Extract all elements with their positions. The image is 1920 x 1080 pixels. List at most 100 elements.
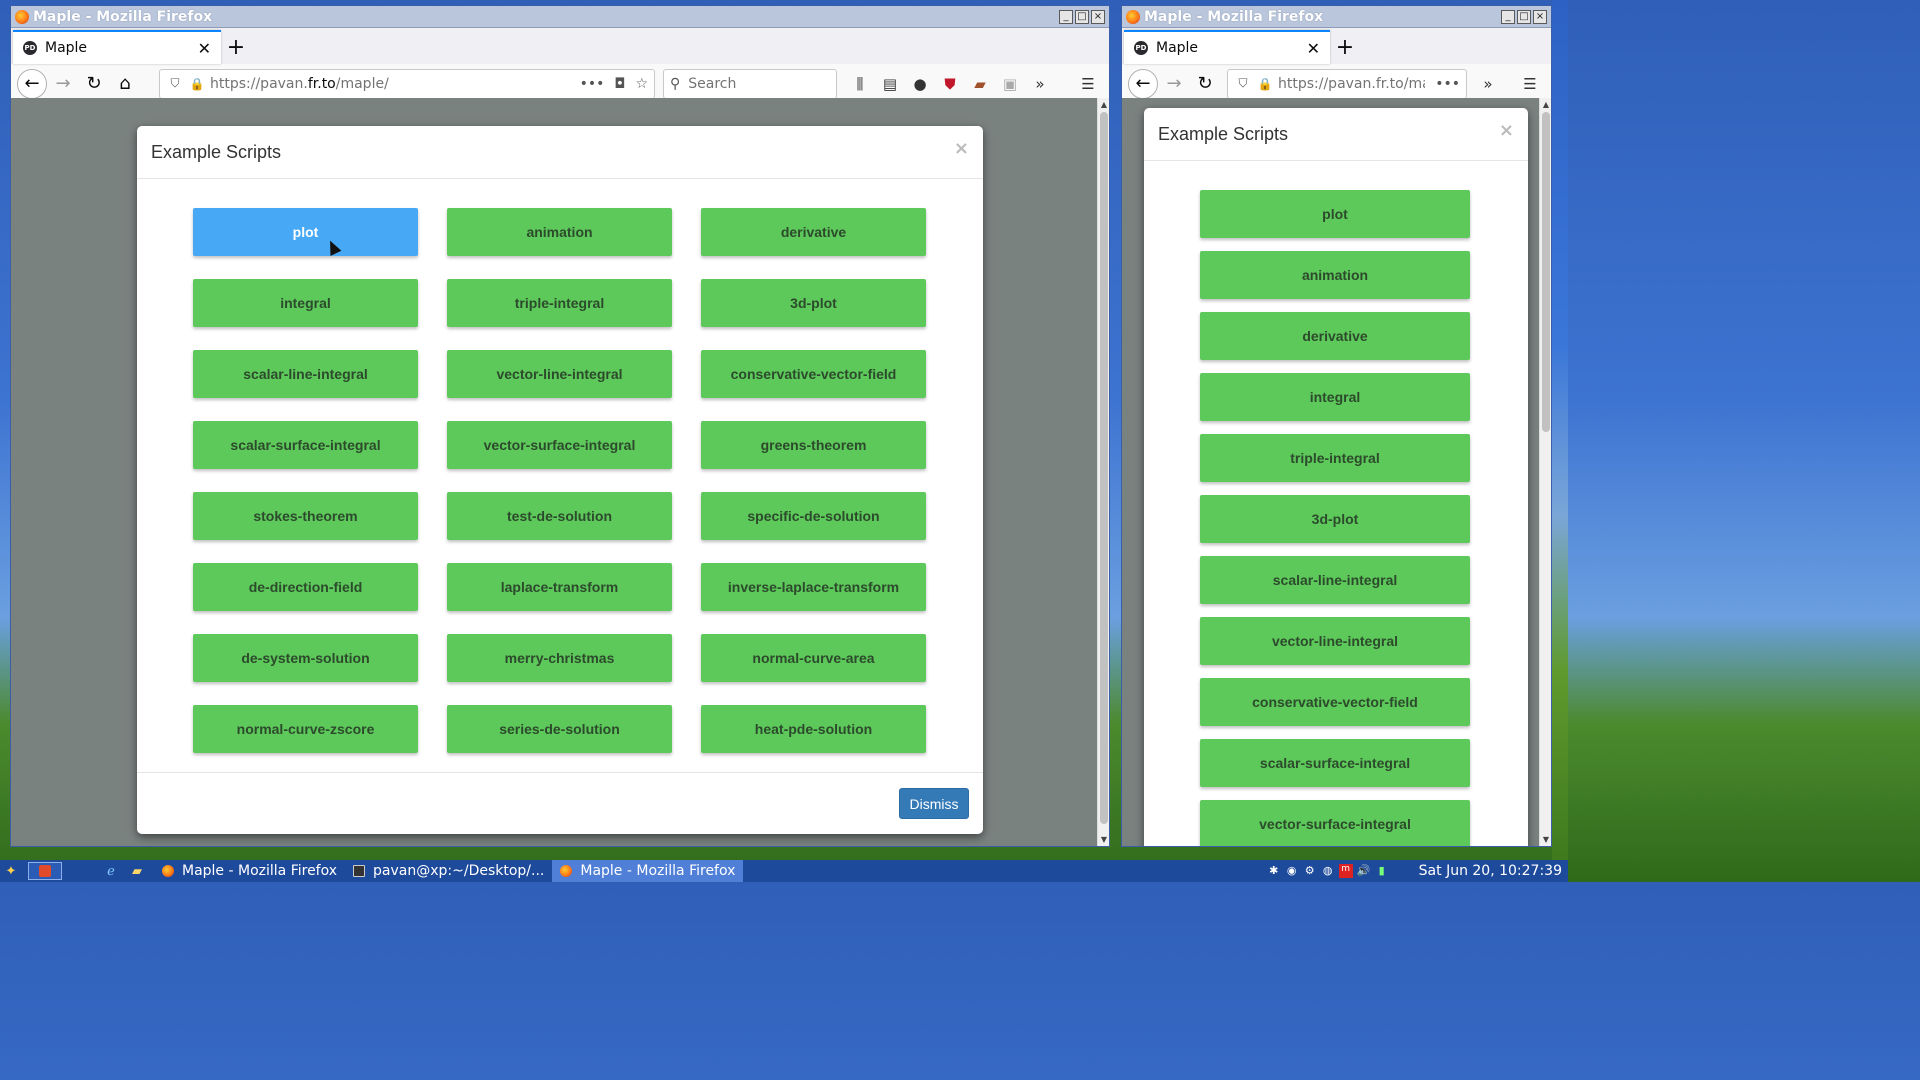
home-button[interactable]: ⌂: [110, 69, 140, 99]
search-bar[interactable]: ⚲ Search: [663, 68, 837, 99]
workspace-switcher[interactable]: [28, 862, 62, 880]
script-button-vector-line-integral[interactable]: vector-line-integral: [1200, 617, 1470, 665]
url-bar[interactable]: ⛉ 🔒 https://pavan.fr.to/maple •••: [1227, 68, 1467, 99]
reload-button[interactable]: ↻: [1190, 69, 1220, 99]
bluetooth-icon[interactable]: ✱: [1267, 864, 1281, 878]
script-button-vector-line-integral[interactable]: vector-line-integral: [447, 350, 672, 398]
forward-button[interactable]: →: [1159, 69, 1189, 99]
script-button-3d-plot[interactable]: 3d-plot: [1200, 495, 1470, 543]
script-button-test-de-solution[interactable]: test-de-solution: [447, 492, 672, 540]
tab-maple[interactable]: PD Maple ✕: [13, 30, 221, 64]
back-button[interactable]: ←: [1128, 68, 1158, 99]
script-button-de-system-solution[interactable]: de-system-solution: [193, 634, 418, 682]
script-button-vector-surface-integral[interactable]: vector-surface-integral: [447, 421, 672, 469]
page-actions-icon[interactable]: •••: [1435, 76, 1460, 92]
script-button-series-de-solution[interactable]: series-de-solution: [447, 705, 672, 753]
maximize-button[interactable]: □: [1075, 9, 1089, 24]
new-tab-button[interactable]: +: [221, 30, 251, 64]
back-button[interactable]: ←: [17, 68, 47, 99]
scroll-up-icon[interactable]: ▲: [1540, 100, 1551, 109]
script-button-plot[interactable]: plot: [1200, 190, 1470, 238]
script-button-derivative[interactable]: derivative: [701, 208, 926, 256]
clock[interactable]: Sat Jun 20, 10:27:39: [1419, 863, 1562, 879]
script-button-heat-pde-solution[interactable]: heat-pde-solution: [701, 705, 926, 753]
library-icon[interactable]: ⫼: [845, 69, 875, 99]
sidebar-icon[interactable]: ▤: [875, 69, 905, 99]
script-button-integral[interactable]: integral: [1200, 373, 1470, 421]
scrollbar[interactable]: ▲ ▼: [1539, 98, 1551, 846]
ublock-icon[interactable]: ⛊: [935, 69, 965, 99]
script-button-integral[interactable]: integral: [193, 279, 418, 327]
script-button-animation[interactable]: animation: [447, 208, 672, 256]
start-menu-icon[interactable]: ✦: [0, 860, 22, 882]
window-titlebar[interactable]: Maple - Mozilla Firefox _ □ ×: [1122, 6, 1551, 28]
url-bar[interactable]: ⛉ 🔒 https://pavan.fr.to/maple/ ••• ◘ ☆: [159, 68, 655, 99]
scrollbar-thumb[interactable]: [1542, 112, 1550, 432]
script-button-vector-surface-integral[interactable]: vector-surface-integral: [1200, 800, 1470, 846]
script-button-scalar-line-integral[interactable]: scalar-line-integral: [193, 350, 418, 398]
modal-close-icon[interactable]: ×: [1499, 120, 1514, 141]
scroll-down-icon[interactable]: ▼: [1098, 835, 1109, 844]
forward-button[interactable]: →: [48, 69, 78, 99]
script-button-inverse-laplace-transform[interactable]: inverse-laplace-transform: [701, 563, 926, 611]
record-icon[interactable]: ◍: [1321, 864, 1335, 878]
taskbar-task-2[interactable]: Maple - Mozilla Firefox: [552, 860, 744, 882]
scrollbar-thumb[interactable]: [1100, 112, 1108, 824]
menu-hamburger-icon[interactable]: ☰: [1073, 69, 1103, 99]
url-text[interactable]: https://pavan.fr.to/maple: [1278, 76, 1425, 92]
script-button-conservative-vector-field[interactable]: conservative-vector-field: [701, 350, 926, 398]
new-tab-button[interactable]: +: [1330, 30, 1360, 64]
discord-icon[interactable]: ◉: [1285, 864, 1299, 878]
script-button-normal-curve-zscore[interactable]: normal-curve-zscore: [193, 705, 418, 753]
extension-gray-icon[interactable]: ▣: [995, 69, 1025, 99]
scrollbar[interactable]: ▲ ▼: [1097, 98, 1109, 846]
scroll-down-icon[interactable]: ▼: [1540, 835, 1551, 844]
browser-launcher-icon[interactable]: ℯ: [98, 860, 124, 882]
page-actions-icon[interactable]: •••: [580, 76, 605, 92]
script-button-triple-integral[interactable]: triple-integral: [1200, 434, 1470, 482]
battery-icon[interactable]: ▮: [1375, 864, 1389, 878]
script-button-conservative-vector-field[interactable]: conservative-vector-field: [1200, 678, 1470, 726]
taskbar-task-1[interactable]: pavan@xp:~/Desktop/...: [345, 860, 552, 882]
window-titlebar[interactable]: Maple - Mozilla Firefox _ □ ×: [11, 6, 1109, 28]
script-button-scalar-surface-integral[interactable]: scalar-surface-integral: [1200, 739, 1470, 787]
close-window-button[interactable]: ×: [1533, 9, 1547, 24]
bookmark-star-icon[interactable]: ☆: [635, 76, 648, 92]
script-button-animation[interactable]: animation: [1200, 251, 1470, 299]
script-button-de-direction-field[interactable]: de-direction-field: [193, 563, 418, 611]
close-tab-icon[interactable]: ✕: [198, 39, 211, 58]
script-button-3d-plot[interactable]: 3d-plot: [701, 279, 926, 327]
close-window-button[interactable]: ×: [1091, 9, 1105, 24]
script-button-specific-de-solution[interactable]: specific-de-solution: [701, 492, 926, 540]
overflow-chevron-icon[interactable]: »: [1473, 69, 1503, 99]
account-icon[interactable]: ●: [905, 69, 935, 99]
scroll-up-icon[interactable]: ▲: [1098, 100, 1109, 109]
url-text[interactable]: https://pavan.fr.to/maple/: [210, 76, 570, 92]
taskbar-task-0[interactable]: Maple - Mozilla Firefox: [154, 860, 345, 882]
modal-close-icon[interactable]: ×: [954, 138, 969, 159]
minimize-button[interactable]: _: [1059, 9, 1073, 24]
minimize-button[interactable]: _: [1501, 9, 1515, 24]
tab-maple[interactable]: PD Maple ✕: [1124, 30, 1330, 64]
script-button-stokes-theorem[interactable]: stokes-theorem: [193, 492, 418, 540]
script-button-derivative[interactable]: derivative: [1200, 312, 1470, 360]
script-button-plot[interactable]: plot: [193, 208, 418, 256]
menu-hamburger-icon[interactable]: ☰: [1515, 69, 1545, 99]
settings-icon[interactable]: ⚙: [1303, 864, 1317, 878]
volume-icon[interactable]: 🔊: [1357, 864, 1371, 878]
overflow-chevron-icon[interactable]: »: [1025, 69, 1055, 99]
maximize-button[interactable]: □: [1517, 9, 1531, 24]
script-button-scalar-surface-integral[interactable]: scalar-surface-integral: [193, 421, 418, 469]
script-button-merry-christmas[interactable]: merry-christmas: [447, 634, 672, 682]
script-button-laplace-transform[interactable]: laplace-transform: [447, 563, 672, 611]
close-tab-icon[interactable]: ✕: [1307, 39, 1320, 58]
reload-button[interactable]: ↻: [79, 69, 109, 99]
script-button-greens-theorem[interactable]: greens-theorem: [701, 421, 926, 469]
script-button-triple-integral[interactable]: triple-integral: [447, 279, 672, 327]
extension-icon[interactable]: ▰: [965, 69, 995, 99]
folder-launcher-icon[interactable]: ▰: [124, 860, 150, 882]
mail-icon[interactable]: m: [1338, 864, 1353, 878]
script-button-scalar-line-integral[interactable]: scalar-line-integral: [1200, 556, 1470, 604]
dismiss-button[interactable]: Dismiss: [899, 788, 969, 819]
pocket-icon[interactable]: ◘: [614, 76, 625, 92]
